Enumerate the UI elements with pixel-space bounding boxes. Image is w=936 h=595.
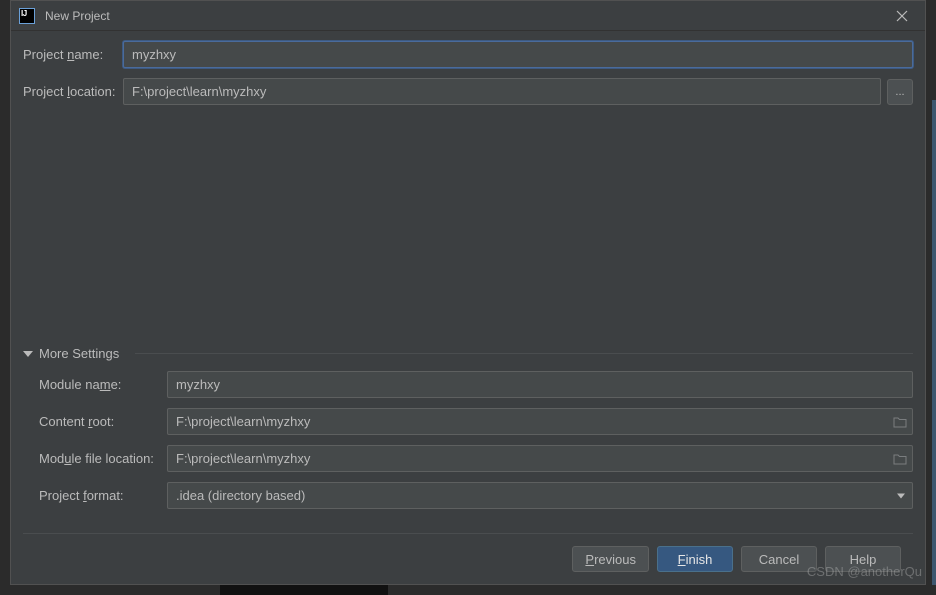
previous-button[interactable]: Previous xyxy=(572,546,649,572)
finish-button[interactable]: Finish xyxy=(657,546,733,572)
help-button[interactable]: Help xyxy=(825,546,901,572)
browse-location-button[interactable]: ... xyxy=(887,79,913,105)
close-icon xyxy=(896,10,908,22)
module-file-location-row: Module file location: xyxy=(39,445,913,472)
module-name-input[interactable] xyxy=(167,371,913,398)
folder-icon[interactable] xyxy=(893,416,907,428)
button-bar: Previous Finish Cancel Help xyxy=(23,533,913,584)
project-format-select[interactable]: .idea (directory based) xyxy=(167,482,913,509)
project-name-input[interactable] xyxy=(123,41,913,68)
window-title: New Project xyxy=(45,9,887,23)
module-file-location-label: Module file location: xyxy=(39,451,167,466)
content-root-input[interactable] xyxy=(167,408,913,435)
dialog-content: Project name: Project location: ... More… xyxy=(11,31,925,584)
project-location-row: Project location: ... xyxy=(23,78,913,105)
module-name-row: Module name: xyxy=(39,371,913,398)
project-name-label: Project name: xyxy=(23,47,123,62)
new-project-dialog: New Project Project name: Project locati… xyxy=(10,0,926,585)
project-format-value: .idea (directory based) xyxy=(167,482,913,509)
content-root-row: Content root: xyxy=(39,408,913,435)
module-file-location-input[interactable] xyxy=(167,445,913,472)
cancel-button[interactable]: Cancel xyxy=(741,546,817,572)
titlebar: New Project xyxy=(11,1,925,31)
project-location-label: Project location: xyxy=(23,84,123,99)
folder-icon[interactable] xyxy=(893,453,907,465)
taskbar-fragment xyxy=(220,585,388,595)
expand-icon xyxy=(23,351,33,357)
intellij-icon xyxy=(19,8,35,24)
project-name-row: Project name: xyxy=(23,41,913,68)
more-settings-panel: Module name: Content root: Module file l… xyxy=(23,371,913,519)
content-root-label: Content root: xyxy=(39,414,167,429)
project-location-input[interactable] xyxy=(123,78,881,105)
module-name-label: Module name: xyxy=(39,377,167,392)
close-button[interactable] xyxy=(887,1,917,31)
more-settings-toggle[interactable]: More Settings xyxy=(23,346,913,361)
project-format-row: Project format: .idea (directory based) xyxy=(39,482,913,509)
more-settings-label: More Settings xyxy=(39,346,119,361)
project-format-label: Project format: xyxy=(39,488,167,503)
